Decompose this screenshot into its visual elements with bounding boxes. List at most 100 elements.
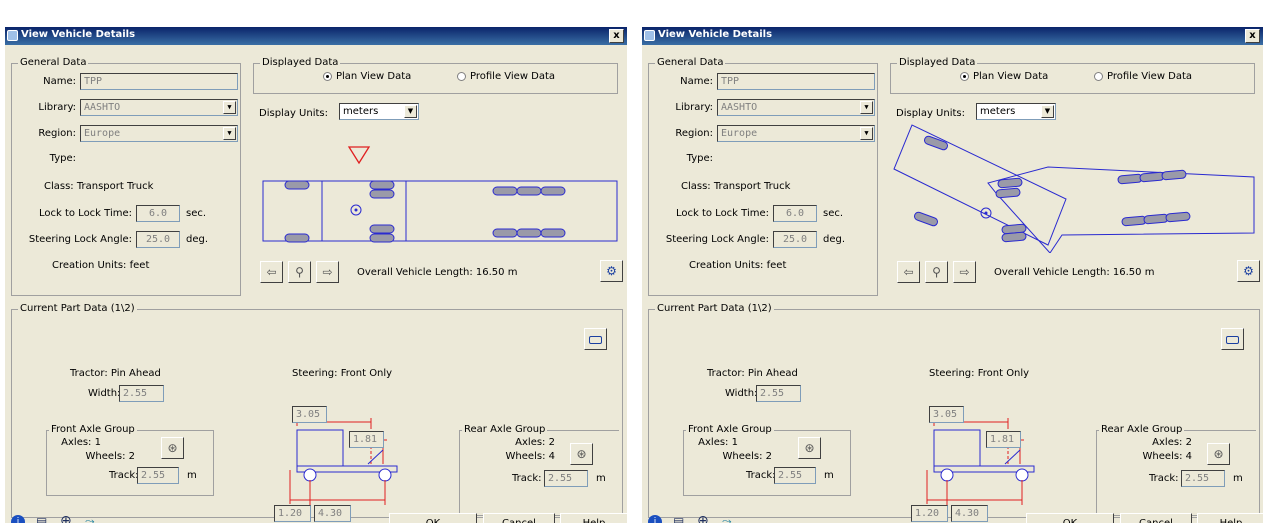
lock-time-field: 6.0 <box>136 205 180 222</box>
region-select[interactable]: Europe ▼ <box>717 125 875 142</box>
truck-icon[interactable]: ▤ <box>36 515 47 523</box>
rear-wheels-value: 4 <box>548 451 555 462</box>
rear-wheels-label: Wheels: <box>505 451 546 462</box>
wheel-shape <box>1117 173 1143 185</box>
rectangle-view-icon[interactable] <box>584 328 607 350</box>
wheel-mark <box>1143 213 1169 225</box>
ok-button[interactable]: OK <box>1026 513 1114 523</box>
wheel-shape <box>516 186 542 196</box>
wheel-shape <box>369 189 395 199</box>
plan-view-radio[interactable]: Plan View Data <box>960 71 1048 82</box>
front-wheels-label: Wheels: <box>722 451 763 462</box>
class-text: Class: Transport Truck <box>44 181 153 192</box>
rear-wheel <box>378 468 392 482</box>
settings-icon[interactable]: ⚙ <box>600 260 623 282</box>
overall-length-label: Overall Vehicle Length: <box>994 267 1110 278</box>
cancel-button[interactable]: Cancel <box>483 513 555 523</box>
region-select[interactable]: Europe ▼ <box>80 125 238 142</box>
general-data-legend: General Data <box>655 57 726 68</box>
general-data-legend: General Data <box>18 57 89 68</box>
ok-button[interactable]: OK <box>389 513 477 523</box>
truck-icon[interactable]: ▤ <box>673 515 684 523</box>
front-wheels-value: 2 <box>128 451 135 462</box>
plan-view-radio[interactable]: Plan View Data <box>323 71 411 82</box>
wheel-icon[interactable]: ⊛ <box>1207 443 1230 465</box>
target-icon[interactable]: ⊕ <box>60 513 72 523</box>
tractor-value: Pin Ahead <box>747 368 798 379</box>
chevron-down-icon[interactable]: ▼ <box>1041 105 1054 118</box>
wheel-shape <box>369 180 395 190</box>
next-arrow-icon[interactable]: ⇨ <box>316 261 339 283</box>
close-button[interactable]: x <box>609 29 624 43</box>
library-select[interactable]: AASHTO ▼ <box>717 99 875 116</box>
next-arrow-icon[interactable]: ⇨ <box>953 261 976 283</box>
chevron-down-icon[interactable]: ▼ <box>223 101 236 114</box>
name-field: TPP <box>80 73 238 90</box>
current-part-group: Current Part Data (1\2) Tractor: Pin Ahe… <box>11 303 623 522</box>
chevron-down-icon[interactable]: ▼ <box>223 127 236 140</box>
class-text: Class: Transport Truck <box>681 181 790 192</box>
direction-marker <box>347 146 371 165</box>
dim-top-field: 3.05 <box>292 406 327 423</box>
general-data-group: General Data Name: TPP Library: AASHTO ▼ … <box>648 57 878 296</box>
plan-radio-circle[interactable] <box>960 71 969 81</box>
profile-radio-circle[interactable] <box>457 71 466 81</box>
rear-axles-value: 2 <box>1185 437 1192 448</box>
vehicle-details-window: View Vehicle Details x General Data Name… <box>642 27 1263 523</box>
display-units-select[interactable]: meters ▼ <box>339 103 419 120</box>
wheel-mark <box>997 177 1023 189</box>
path-icon[interactable]: ⤳ <box>85 514 95 523</box>
front-wheel <box>303 468 317 482</box>
prev-arrow-icon[interactable]: ⇦ <box>897 261 920 283</box>
overall-length-text: Overall Vehicle Length: 16.50 m <box>357 267 517 278</box>
wheel-shape <box>1161 169 1187 181</box>
tractor-outline <box>893 124 1067 246</box>
region-value: Europe <box>84 128 121 139</box>
rear-axles-text: Axles: 2 <box>515 437 555 448</box>
window-title: View Vehicle Details <box>658 29 773 40</box>
front-track-field: 2.55 <box>774 467 816 484</box>
vehicle-plan-drawing <box>893 124 1255 253</box>
chevron-down-icon[interactable]: ▼ <box>404 105 417 118</box>
info-icon[interactable]: i <box>11 515 25 523</box>
wheel-mark <box>1121 215 1147 227</box>
cancel-button[interactable]: Cancel <box>1120 513 1192 523</box>
wheel-icon[interactable]: ⊛ <box>161 437 184 459</box>
wheel-shape <box>913 211 939 227</box>
wheel-icon[interactable]: ⊛ <box>798 437 821 459</box>
wheel-shape <box>540 186 566 196</box>
zoom-icon[interactable]: ⚲ <box>288 261 311 283</box>
front-axles-label: Axles: <box>698 437 729 448</box>
rectangle-view-icon[interactable] <box>1221 328 1244 350</box>
help-button[interactable]: Help <box>1197 513 1263 523</box>
target-icon[interactable]: ⊕ <box>697 513 709 523</box>
plan-radio-circle[interactable] <box>323 71 332 81</box>
prev-arrow-icon[interactable]: ⇦ <box>260 261 283 283</box>
display-units-select[interactable]: meters ▼ <box>976 103 1056 120</box>
chevron-down-icon[interactable]: ▼ <box>860 127 873 140</box>
path-icon[interactable]: ⤳ <box>722 514 732 523</box>
name-label: Name: <box>43 76 76 87</box>
library-select[interactable]: AASHTO ▼ <box>80 99 238 116</box>
tractor-value: Pin Ahead <box>110 368 161 379</box>
width-field: 2.55 <box>756 385 801 402</box>
info-icon[interactable]: i <box>648 515 662 523</box>
type-label: Type: <box>49 153 76 164</box>
zoom-icon[interactable]: ⚲ <box>925 261 948 283</box>
current-part-group: Current Part Data (1\2) Tractor: Pin Ahe… <box>648 303 1260 522</box>
front-wheels-value: 2 <box>765 451 772 462</box>
settings-icon[interactable]: ⚙ <box>1237 260 1260 282</box>
close-button[interactable]: x <box>1245 29 1260 43</box>
rear-axle-group: Rear Axle Group Axles: 2 Wheels: 4 ⊛ Tra… <box>459 424 619 516</box>
profile-view-radio[interactable]: Profile View Data <box>1094 71 1192 82</box>
wheel-shape <box>492 228 518 238</box>
profile-radio-circle[interactable] <box>1094 71 1103 81</box>
region-value: Europe <box>721 128 758 139</box>
help-button[interactable]: Help <box>560 513 627 523</box>
wheel-mark <box>369 180 395 190</box>
chevron-down-icon[interactable]: ▼ <box>860 101 873 114</box>
wheel-icon[interactable]: ⊛ <box>570 443 593 465</box>
rear-axles-value: 2 <box>548 437 555 448</box>
displayed-data-legend: Displayed Data <box>260 57 341 68</box>
profile-view-radio[interactable]: Profile View Data <box>457 71 555 82</box>
